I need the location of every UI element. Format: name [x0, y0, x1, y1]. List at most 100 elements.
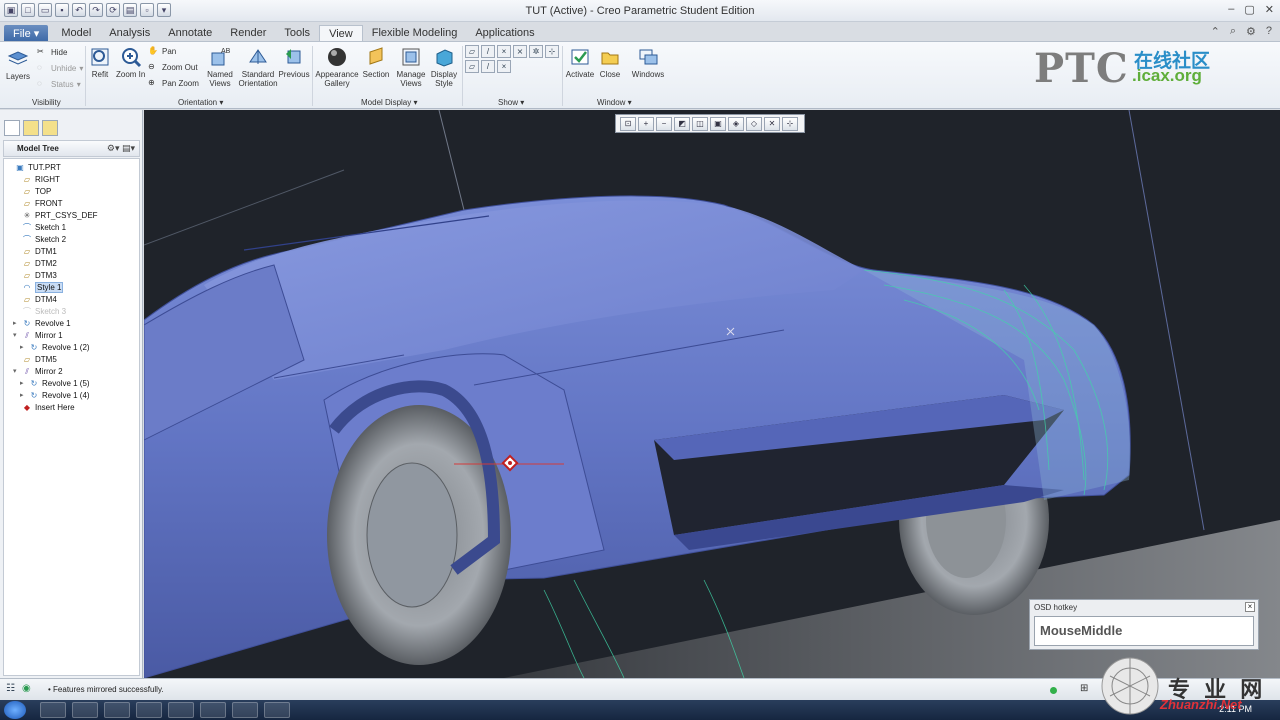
zoom-out-button[interactable]: ⊖ Zoom Out — [148, 62, 198, 73]
layers-button[interactable]: Layers — [6, 48, 30, 81]
tab-tools[interactable]: Tools — [275, 25, 319, 41]
tree-item[interactable]: ▱ DTM1 — [13, 245, 57, 257]
tree-item[interactable]: ▸ ↻ Revolve 1 (4) — [20, 389, 90, 401]
display-style-button[interactable]: Display Style — [430, 46, 458, 88]
help-icon[interactable]: ? — [1266, 25, 1272, 38]
annotation-display-icon[interactable]: ⊹ — [545, 45, 559, 58]
status-toggle-icon[interactable]: ☷ — [6, 683, 15, 694]
tree-item[interactable]: ✳ PRT_CSYS_DEF — [13, 209, 98, 221]
plane-tag-icon[interactable]: ▱ — [465, 60, 479, 73]
selection-filter-icon[interactable]: ⊞ — [1080, 683, 1088, 694]
standard-orientation-button[interactable]: Standard Orientation — [238, 46, 278, 88]
folder-browser-tab-icon[interactable] — [23, 120, 39, 136]
task-explorer-icon[interactable] — [40, 702, 66, 718]
pan-zoom-button[interactable]: ⊕ Pan Zoom — [148, 78, 199, 89]
axis-display-icon[interactable]: / — [481, 45, 495, 58]
task-folder-icon[interactable] — [264, 702, 290, 718]
tree-item[interactable]: ▣ TUT.PRT — [6, 161, 61, 173]
graphics-window[interactable]: ⊡ + − ◩ ◫ ▣ ◈ ◇ ✕ ⊹ OSD hotkey × MouseMi… — [144, 110, 1280, 678]
tree-item[interactable]: ▾ ⫽ Mirror 2 — [13, 365, 63, 377]
tab-model[interactable]: Model — [52, 25, 100, 41]
zoom-in-icon[interactable]: + — [638, 117, 654, 131]
task-app-icon[interactable] — [232, 702, 258, 718]
close-icon[interactable]: × — [1245, 602, 1255, 612]
point-display-icon[interactable]: × — [497, 45, 511, 58]
zoom-out-icon[interactable]: − — [656, 117, 672, 131]
group-window[interactable]: Window ▾ — [597, 98, 632, 107]
tree-item[interactable]: ▱ DTM2 — [13, 257, 57, 269]
tree-item[interactable]: ▱ FRONT — [13, 197, 63, 209]
expand-toggle-icon[interactable]: ▸ — [13, 319, 22, 327]
task-app-icon[interactable] — [136, 702, 162, 718]
tree-item[interactable]: ◆ Insert Here — [13, 401, 75, 413]
point-tag-icon[interactable]: × — [497, 60, 511, 73]
expand-toggle-icon[interactable]: ▸ — [20, 379, 29, 387]
section-button[interactable]: Section — [362, 46, 390, 79]
plane-display-icon[interactable]: ▱ — [465, 45, 479, 58]
expand-toggle-icon[interactable]: ▸ — [20, 343, 29, 351]
search-icon[interactable]: ⌕ — [1230, 25, 1236, 38]
tree-item[interactable]: ▱ TOP — [13, 185, 51, 197]
repaint-icon[interactable]: ◩ — [674, 117, 690, 131]
smart-filter-icon[interactable]: ◉ — [22, 683, 31, 694]
tree-item[interactable]: ▸ ↻ Revolve 1 (5) — [20, 377, 90, 389]
tree-item[interactable]: ▱ DTM3 — [13, 269, 57, 281]
refit-button[interactable]: Refit — [89, 46, 111, 79]
tree-item[interactable]: ⌒ Sketch 1 — [13, 221, 66, 233]
named-views-button[interactable]: AB Named Views — [204, 46, 236, 88]
previous-button[interactable]: Previous — [278, 46, 310, 79]
close-icon[interactable]: ✕ — [1265, 3, 1274, 16]
start-button[interactable] — [4, 701, 26, 719]
tree-item[interactable]: ⌒ Sketch 3 — [13, 305, 66, 317]
expand-toggle-icon[interactable]: ▾ — [13, 367, 22, 375]
csys-display-icon[interactable]: ⨯ — [513, 45, 527, 58]
tab-render[interactable]: Render — [221, 25, 275, 41]
tree-item[interactable]: ▸ ↻ Revolve 1 — [13, 317, 71, 329]
close-button[interactable]: Close — [597, 46, 623, 79]
group-orientation[interactable]: Orientation ▾ — [178, 98, 223, 107]
tree-settings-icon[interactable]: ⚙▾ ▤▾ — [107, 143, 135, 154]
favorites-tab-icon[interactable] — [42, 120, 58, 136]
model-tree-tab-icon[interactable] — [4, 120, 20, 136]
perspective-icon[interactable]: ◇ — [746, 117, 762, 131]
datum-display-icon[interactable]: ✕ — [764, 117, 780, 131]
tab-annotate[interactable]: Annotate — [159, 25, 221, 41]
activate-button[interactable]: Activate — [566, 46, 594, 79]
tree-item[interactable]: ▸ ↻ Revolve 1 (2) — [20, 341, 90, 353]
view-manager-icon[interactable]: ▣ — [710, 117, 726, 131]
tree-item[interactable]: ▾ ⫽ Mirror 1 — [13, 329, 63, 341]
annotation-display-icon[interactable]: ⊹ — [782, 117, 798, 131]
zoom-in-button[interactable]: Zoom In — [116, 46, 145, 79]
windows-button[interactable]: Windows — [632, 46, 664, 79]
tree-item[interactable]: ▱ RIGHT — [13, 173, 60, 185]
expand-toggle-icon[interactable]: ▸ — [20, 391, 29, 399]
tab-flexible-modeling[interactable]: Flexible Modeling — [363, 25, 467, 41]
tab-view[interactable]: View — [319, 25, 363, 41]
tab-file[interactable]: File ▾ — [4, 25, 49, 41]
settings-icon[interactable]: ⚙ — [1246, 25, 1256, 38]
tree-item[interactable]: ◠ Style 1 — [13, 281, 64, 293]
saved-orientations-icon[interactable]: ◫ — [692, 117, 708, 131]
status-button[interactable]: ◌ Status ▾ — [37, 79, 81, 90]
task-app-icon[interactable] — [200, 702, 226, 718]
task-creo-icon[interactable] — [168, 702, 194, 718]
spin-center-icon[interactable]: ✲ — [529, 45, 543, 58]
axis-tag-icon[interactable]: / — [481, 60, 495, 73]
maximize-icon[interactable]: ▢ — [1244, 3, 1254, 16]
minimize-icon[interactable]: – — [1228, 3, 1234, 16]
group-show[interactable]: Show ▾ — [498, 98, 524, 107]
tree-item[interactable]: ▱ DTM5 — [13, 353, 57, 365]
manage-views-button[interactable]: Manage Views — [396, 46, 426, 88]
task-browser-icon[interactable] — [104, 702, 130, 718]
group-model-display[interactable]: Model Display ▾ — [361, 98, 418, 107]
unhide-button[interactable]: ◌ Unhide ▾ — [37, 63, 83, 74]
pan-button[interactable]: ✋ Pan — [148, 46, 176, 57]
refit-icon[interactable]: ⊡ — [620, 117, 636, 131]
tree-item[interactable]: ⌒ Sketch 2 — [13, 233, 66, 245]
hide-button[interactable]: ✂ Hide — [37, 47, 67, 58]
appearance-gallery-button[interactable]: Appearance Gallery — [315, 46, 359, 88]
minimize-ribbon-icon[interactable]: ⌃ — [1211, 25, 1220, 38]
tree-item[interactable]: ▱ DTM4 — [13, 293, 57, 305]
car-model-render[interactable] — [144, 110, 1280, 678]
tab-analysis[interactable]: Analysis — [100, 25, 159, 41]
